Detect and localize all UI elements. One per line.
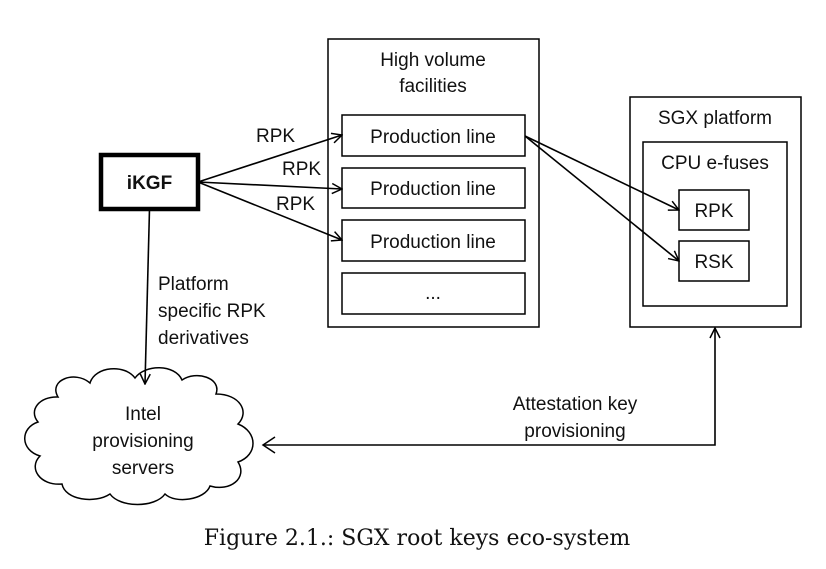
rpk-edge-label-3: RPK bbox=[276, 194, 315, 215]
facilities-title-line2: facilities bbox=[399, 76, 467, 97]
cpu-efuses-title: CPU e-fuses bbox=[661, 153, 769, 174]
rsk-key-label: RSK bbox=[694, 252, 733, 273]
derivatives-label-line2: specific RPK bbox=[158, 301, 266, 322]
rpk-key-label: RPK bbox=[694, 201, 733, 222]
edge-ikgf-to-line3 bbox=[197, 181, 342, 240]
sgx-platform-title: SGX platform bbox=[658, 108, 772, 129]
production-line-1-label: Production line bbox=[370, 127, 496, 148]
intel-servers-node: Intel provisioning servers bbox=[24, 367, 254, 506]
production-line-more-label: ... bbox=[425, 283, 441, 304]
edge-ikgf-to-line2 bbox=[197, 181, 342, 189]
rpk-edge-label-2: RPK bbox=[282, 159, 321, 180]
production-line-2-label: Production line bbox=[370, 179, 496, 200]
servers-label-line1: Intel bbox=[125, 404, 161, 425]
ikgf-node: iKGF bbox=[98, 152, 201, 212]
attestation-label-line2: provisioning bbox=[524, 421, 625, 442]
derivatives-label-line1: Platform bbox=[158, 274, 229, 295]
sgx-platform-node: SGX platform CPU e-fuses RPK RSK bbox=[629, 96, 802, 328]
attestation-label-line1: Attestation key bbox=[513, 394, 638, 415]
edge-ikgf-to-servers bbox=[145, 208, 150, 384]
production-line-3-label: Production line bbox=[370, 232, 496, 253]
facilities-node: High volume facilities Production line P… bbox=[327, 38, 540, 328]
rpk-edge-label-1: RPK bbox=[256, 126, 295, 147]
edge-attestation bbox=[263, 328, 715, 446]
figure-caption: Figure 2.1.: SGX root keys eco-system bbox=[204, 526, 631, 551]
diagram-canvas: iKGF High volume facilities Production l… bbox=[24, 38, 802, 551]
servers-label-line3: servers bbox=[112, 458, 174, 479]
facilities-title-line1: High volume bbox=[380, 50, 486, 71]
ikgf-label: iKGF bbox=[127, 173, 172, 194]
servers-label-line2: provisioning bbox=[92, 431, 193, 452]
derivatives-label-line3: derivatives bbox=[158, 328, 249, 349]
